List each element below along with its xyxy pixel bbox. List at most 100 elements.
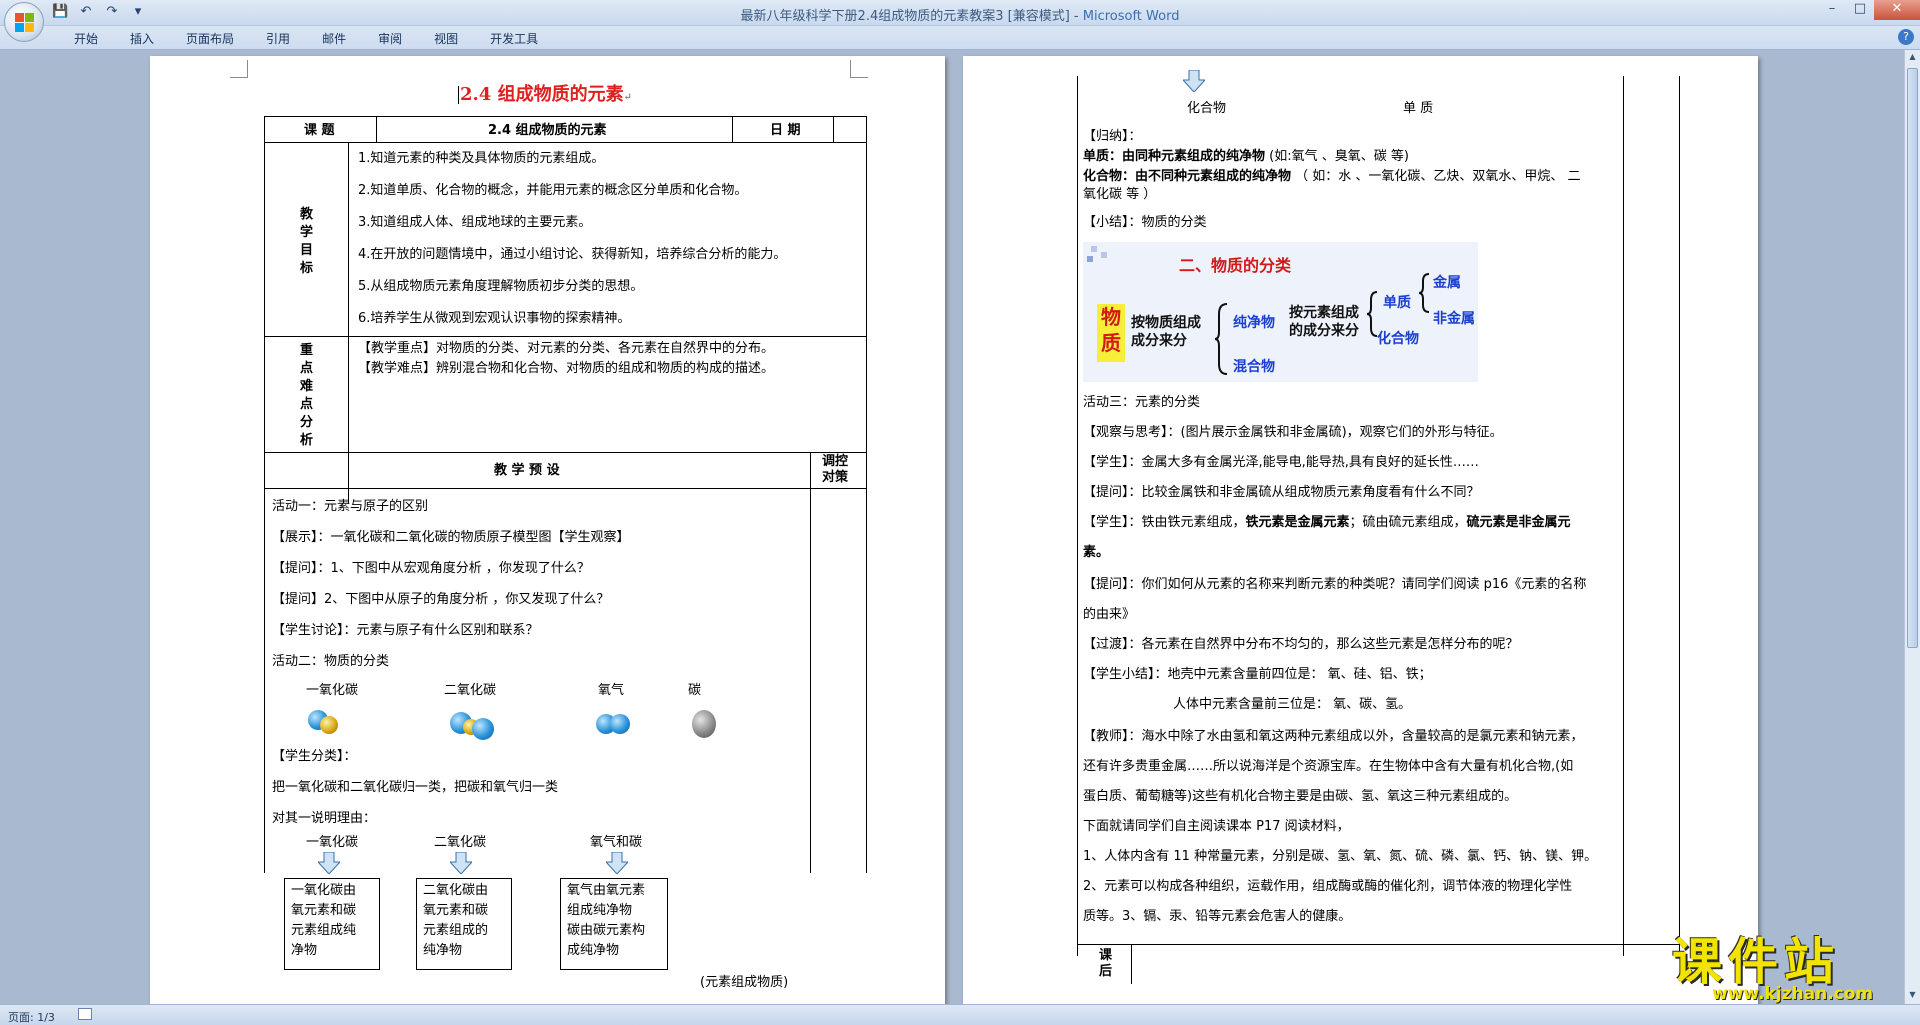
body-line: 【教师】：海水中除了水由氢和氧这两种元素组成以外，含量较高的是氯元素和钠元素， [1083, 729, 1584, 744]
crop-mark [850, 60, 868, 78]
goal-item: 6.培养学生从微观到宏观认识事物的探索精神。 [358, 311, 631, 326]
course-label: 课 题 [304, 123, 335, 138]
body-line: 【学生】：铁由铁元素组成，铁元素是金属元素；硫由硫元素组成，硫元素是非金属元 [1083, 515, 1571, 530]
group-label: 一氧化碳 [306, 835, 359, 850]
scrollbar-thumb[interactable] [1907, 68, 1918, 648]
goals-label: 教学目标 [300, 207, 314, 276]
key-point: 【教学重点】对物质的分类、对元素的分类、各元素在自然界中的分布。 [358, 341, 775, 356]
document-workspace: 2.4 组成物质的元素↵ 课 题 2.4 组成物质的元素 日 期 教学目标 1.… [0, 50, 1904, 1004]
body-line: 1、人体内含有 11 种常量元素，分别是碳、氢、氧、氮、硫、磷、氯、钙、钠、镁、… [1083, 849, 1598, 864]
key-points-label: 重点难 点分析 [300, 343, 314, 448]
vertical-scrollbar[interactable]: ▲ ▼ [1904, 50, 1920, 1004]
tab-home[interactable]: 开始 [58, 30, 114, 47]
window-title: 最新八年级科学下册2.4组成物质的元素教案3 [兼容模式] - Microsof… [740, 9, 1180, 24]
arrow-down-icon [606, 852, 628, 874]
activity-line: 活动二：物质的分类 [272, 654, 390, 669]
compound-label: 化合物 [1187, 101, 1227, 116]
body-line: 2、元素可以构成各种组织，运载作用，组成酶或酶的催化剂，调节体液的物理化学性 [1083, 879, 1573, 894]
tab-review[interactable]: 审阅 [362, 30, 418, 47]
maximize-button[interactable]: □ [1846, 0, 1874, 20]
goal-item: 1.知道元素的种类及具体物质的元素组成。 [358, 151, 605, 166]
tab-view[interactable]: 视图 [418, 30, 474, 47]
office-logo-icon [15, 13, 35, 33]
body-line: 【提问】：比较金属铁和非金属硫从组成物质元素角度看有什么不同？ [1083, 485, 1480, 500]
activity-line: 【提问】2、下图中从原子的角度分析 ，你又发现了什么？ [272, 592, 610, 607]
carbon-atom-icon [692, 710, 716, 738]
adjust-label: 调控 对策 [822, 454, 849, 485]
crop-mark [230, 60, 248, 78]
body-line: 的由来》 [1083, 607, 1136, 622]
tab-insert[interactable]: 插入 [114, 30, 170, 47]
body-line: 蛋白质、葡萄糖等)这些有机化合物主要是由碳、氢、氧这三种元素组成的。 [1083, 789, 1518, 804]
group-box: 二氧化碳由 氧元素和碳 元素组成的 纯净物 [416, 878, 512, 970]
compound-definition: 化合物：由不同种元素组成的纯净物 （ 如：水 、一氧化碳、乙炔、双氧水、甲烷、 … [1083, 169, 1581, 184]
arrow-down-icon [318, 852, 340, 874]
ribbon-tabs: 开始 插入 页面布局 引用 邮件 审阅 视图 开发工具 ? [0, 26, 1920, 50]
tab-developer[interactable]: 开发工具 [474, 30, 554, 47]
element-label: 单 质 [1403, 101, 1434, 116]
help-icon[interactable]: ? [1898, 29, 1914, 45]
classify-line: 【学生分类】： [272, 749, 357, 764]
group-label: 氧气和碳 [590, 835, 643, 850]
after-class-label: 课后 [1099, 948, 1113, 979]
body-line: 活动三：元素的分类 [1083, 395, 1201, 410]
group-box: 氧气由氧元素 组成纯净物 碳由碳元素构 成纯净物 [560, 878, 668, 970]
small-summary: 【小结】：物质的分类 [1083, 215, 1207, 230]
summary-head: 【归纳】： [1083, 129, 1142, 144]
office-button[interactable] [4, 2, 44, 42]
body-line: 【过渡】：各元素在自然界中分布不均匀的，那么这些元素是怎样分布的呢？ [1083, 637, 1519, 652]
key-point: 【教学难点】辨别混合物和化合物、对物质的组成和物质的构成的描述。 [358, 361, 775, 376]
note-text: (元素组成物质) [700, 975, 789, 990]
body-line: 质等。3、镉、汞、铅等元素会危害人的健康。 [1083, 909, 1352, 924]
tab-mailings[interactable]: 邮件 [306, 30, 362, 47]
page-indicator[interactable]: 页面: 1/3 [8, 1009, 55, 1025]
body-line: 人体中元素含量前三位是： 氧、碳、氢。 [1173, 697, 1412, 712]
o2-molecule-icon [610, 714, 630, 734]
group-label: 二氧化碳 [434, 835, 487, 850]
co2-molecule-icon [472, 718, 494, 740]
goal-item: 3.知道组成人体、组成地球的主要元素。 [358, 215, 592, 230]
molecule-label: 二氧化碳 [444, 683, 497, 698]
co-molecule-icon [320, 716, 338, 734]
plan-label: 教 学 预 设 [494, 463, 560, 478]
status-bar: 页面: 1/3 [0, 1004, 1920, 1025]
tab-references[interactable]: 引用 [250, 30, 306, 47]
scroll-down-icon[interactable]: ▼ [1907, 990, 1918, 1002]
watermark-logo: 课件站 www.kjzhan.com [1672, 933, 1874, 1004]
activity-line: 活动一：元素与原子的区别 [272, 499, 429, 514]
body-line: 下面就请同学们自主阅读课本 P17 阅读材料， [1083, 819, 1350, 834]
body-line: 素。 [1083, 545, 1110, 560]
group-box: 一氧化碳由 氧元素和碳 元素组成纯 净物 [284, 878, 380, 970]
molecule-label: 氧气 [598, 683, 625, 698]
molecule-label: 碳 [688, 683, 702, 698]
goal-item: 2.知道单质、化合物的概念，并能用元素的概念区分单质和化合物。 [358, 183, 748, 198]
body-line: 【学生】：金属大多有金属光泽,能导电,能导热,具有良好的延长性…… [1083, 455, 1479, 470]
close-button[interactable]: ✕ [1874, 0, 1920, 20]
body-line: 【学生小结】：地壳中元素含量前四位是： 氧、硅、铝、铁； [1083, 667, 1432, 682]
date-label: 日 期 [770, 123, 801, 138]
classification-diagram: 二、物质的分类 物质 按物质组成 成分来分 纯净物 混合物 按元素组成 的成分来… [1083, 242, 1478, 382]
matter-label: 物质 [1097, 304, 1125, 362]
element-definition: 单质：由同种元素组成的纯净物 (如:氧气 、臭氧、碳 等) [1083, 149, 1409, 164]
molecule-label: 一氧化碳 [306, 683, 359, 698]
body-line: 还有许多贵重金属……所以说海洋是个资源宝库。在生物体中含有大量有机化合物,(如 [1083, 759, 1574, 774]
activity-line: 【学生讨论】：元素与原子有什么区别和联系？ [272, 623, 539, 638]
window-controls: – □ ✕ [1818, 0, 1920, 20]
arrow-down-icon [450, 852, 472, 874]
document-title: 2.4 组成物质的元素↵ [458, 84, 632, 105]
goal-item: 4.在开放的问题情境中，通过小组讨论、获得新知，培养综合分析的能力。 [358, 247, 787, 262]
body-line: 【观察与思考】：(图片展示金属铁和非金属硫)，观察它们的外形与特征。 [1083, 425, 1503, 440]
document-page-1: 2.4 组成物质的元素↵ 课 题 2.4 组成物质的元素 日 期 教学目标 1.… [150, 56, 945, 1004]
tab-page-layout[interactable]: 页面布局 [170, 30, 250, 47]
body-line: 【提问】：你们如何从元素的名称来判断元素的种类呢？请同学们阅读 p16《元素的名… [1083, 577, 1587, 592]
activity-line: 【提问】：1、下图中从宏观角度分析 ，你发现了什么？ [272, 561, 590, 576]
scroll-up-icon[interactable]: ▲ [1907, 52, 1918, 64]
course-value: 2.4 组成物质的元素 [488, 123, 607, 138]
compound-definition-cont: 氧化碳 等 ） [1083, 187, 1157, 202]
document-page-2: 化合物 单 质 【归纳】： 单质：由同种元素组成的纯净物 (如:氧气 、臭氧、碳… [963, 56, 1758, 1004]
brace-icon [1419, 273, 1430, 313]
language-icon[interactable] [78, 1008, 92, 1020]
minimize-button[interactable]: – [1818, 0, 1846, 20]
classify-line: 把一氧化碳和二氧化碳归一类，把碳和氧气归一类 [272, 780, 559, 795]
title-bar: 💾 ↶ ↷ ▾ 最新八年级科学下册2.4组成物质的元素教案3 [兼容模式] - … [0, 0, 1920, 42]
